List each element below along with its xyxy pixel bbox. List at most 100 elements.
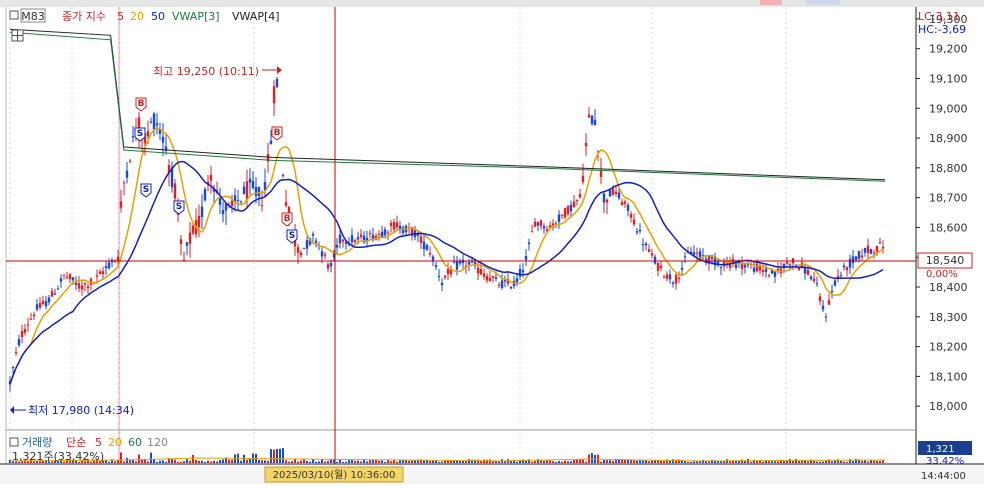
candle-body [446,269,450,275]
volume-bar [798,460,800,463]
grid-settings-icon[interactable] [11,29,24,42]
candle-body [389,222,393,226]
volume-bar [204,461,206,463]
volume-bar [480,461,482,463]
volume-ma-60: 60 [128,436,142,449]
volume-bar [342,461,344,463]
volume-bar [171,458,173,463]
volume-bar [396,461,398,463]
candle-body [20,331,24,338]
volume-bar [228,459,230,463]
svg-text:B: B [274,128,281,138]
candle-body [599,170,603,177]
legend-ma-20: 20 [130,10,144,23]
candle-body [692,252,696,256]
candle-body [386,232,390,234]
candle-body [380,231,384,238]
candle-body [785,261,789,264]
candle-body [395,222,399,228]
candle-body [107,262,111,269]
candle-body [818,296,822,302]
volume-bar [174,459,176,463]
candle-body [761,270,765,273]
volume-bar [570,461,572,463]
candle-body [593,119,597,126]
volume-bar [291,461,293,463]
candle-body [131,136,135,138]
candle-body [878,242,882,244]
candle-body [401,227,405,233]
volume-bar [615,459,617,463]
candle-body [590,115,594,125]
candle-body [656,263,660,271]
volume-bar [159,460,161,463]
volume-bar [690,461,692,463]
candle-body [845,267,849,271]
candle-body [257,186,261,197]
candle-body [239,201,243,203]
volume-bar [267,460,269,463]
candle-body [23,329,27,333]
candle-body [881,246,885,249]
volume-bar [195,459,197,463]
volume-bar [600,461,602,463]
candle-body [83,283,87,285]
candle-body [848,258,852,268]
candle-body [515,278,519,283]
candle-body [752,267,756,272]
candle-body [419,236,423,243]
volume-bar [135,461,137,463]
candle-body [629,213,633,218]
candle-body [392,222,396,230]
candle-body [458,261,462,264]
candle-body [251,180,255,188]
volume-bar [651,460,653,463]
candle-body [77,283,81,289]
candle-body [311,233,315,236]
volume-bar [567,461,569,463]
volume-bar [258,459,260,463]
chart-window: 19,300 19,200 19,100 19,000 18,900 18,800 18,7… [0,0,984,484]
symbol-code: M83 [21,10,45,23]
volume-bar [504,461,506,463]
y-tick-label: 18,200 [929,341,968,354]
y-tick-label: 18,000 [929,400,968,413]
candle-body [668,274,672,280]
candle-body [509,286,513,289]
price-chart[interactable]: 19,30019,20019,10019,00018,90018,80018,7… [0,0,984,484]
volume-bar [432,460,434,463]
volume-bar [360,461,362,463]
volume-bar [825,460,827,463]
candle-body [839,275,843,277]
y-tick-label: 18,100 [929,370,968,383]
y-tick-label: 19,200 [929,43,968,56]
candle-body [146,131,150,137]
y-tick-label: 18,300 [929,311,968,324]
candle-body [341,239,345,242]
svg-text:B: B [284,214,291,224]
volume-bar [816,461,818,463]
volume-bar [645,460,647,463]
candle-body [236,200,240,202]
volume-bar [210,461,212,463]
candle-body [179,239,183,245]
candle-body [620,202,624,206]
volume-bar [627,459,629,463]
candle-body [191,225,195,234]
candle-body [767,274,771,276]
candle-body [101,271,105,275]
legend-indicator-label: 종가 지수 [62,10,106,23]
volume-bar [777,461,779,463]
candle-body [272,86,276,104]
candle-body [653,256,657,264]
volume-bar [792,460,794,463]
candle-body [527,242,531,245]
volume-bar [582,459,584,463]
volume-bar [207,460,209,463]
volume-bar [327,460,329,463]
volume-bar [687,461,689,463]
volume-bar [660,460,662,463]
candle-body [662,276,666,278]
volume-bar [165,461,167,463]
candle-body [566,205,570,215]
